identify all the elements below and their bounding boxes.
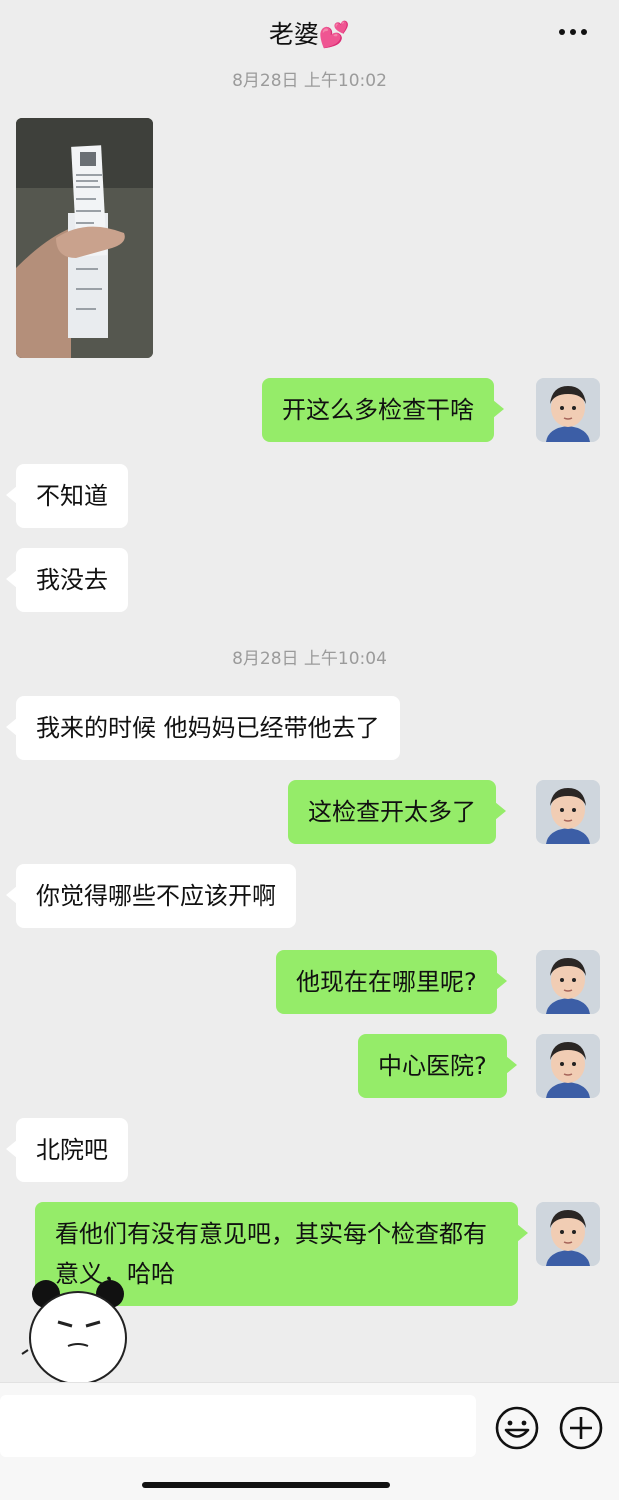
emoji-icon[interactable]: [494, 1405, 540, 1451]
boy-avatar-icon: [536, 1202, 600, 1266]
incoming-message[interactable]: 北院吧: [6, 1118, 128, 1182]
boy-avatar-icon: [536, 1034, 600, 1098]
timestamp: 8月28日 上午10:04: [232, 649, 387, 669]
more-dots-icon[interactable]: [553, 14, 593, 50]
home-indicator: [142, 1482, 390, 1488]
message-input[interactable]: [0, 1395, 476, 1457]
boy-avatar-icon: [536, 950, 600, 1014]
my-avatar[interactable]: [536, 1034, 600, 1098]
panda-sticker[interactable]: [18, 1276, 130, 1386]
my-avatar[interactable]: [536, 950, 600, 1014]
chat-title: 老婆💕: [268, 20, 351, 49]
my-avatar[interactable]: [536, 1202, 600, 1266]
outgoing-message[interactable]: 他现在在哪里呢?: [276, 950, 507, 1014]
message-list[interactable]: 8月28日 上午10:02 开这么多检查干啥 不知道 我没去 8月28日 上午1…: [0, 60, 619, 1382]
incoming-message[interactable]: 我来的时候 他妈妈已经带他去了: [6, 696, 400, 760]
boy-avatar-icon: [536, 378, 600, 442]
outgoing-message[interactable]: 中心医院?: [358, 1034, 517, 1098]
timestamp: 8月28日 上午10:02: [232, 71, 387, 91]
boy-avatar-icon: [536, 780, 600, 844]
plus-circle-icon[interactable]: [558, 1405, 604, 1451]
incoming-message[interactable]: 我没去: [6, 548, 128, 612]
my-avatar[interactable]: [536, 780, 600, 844]
panda-sticker-icon: [21, 1280, 127, 1385]
outgoing-message[interactable]: 这检查开太多了: [288, 780, 506, 844]
receipt-photo-icon: [16, 118, 153, 358]
chat-header: 老婆💕: [0, 0, 619, 66]
image-message[interactable]: [16, 118, 153, 358]
outgoing-message[interactable]: 开这么多检查干啥: [262, 378, 504, 442]
incoming-message[interactable]: 不知道: [6, 464, 128, 528]
my-avatar[interactable]: [536, 378, 600, 442]
incoming-message[interactable]: 你觉得哪些不应该开啊: [6, 864, 296, 928]
